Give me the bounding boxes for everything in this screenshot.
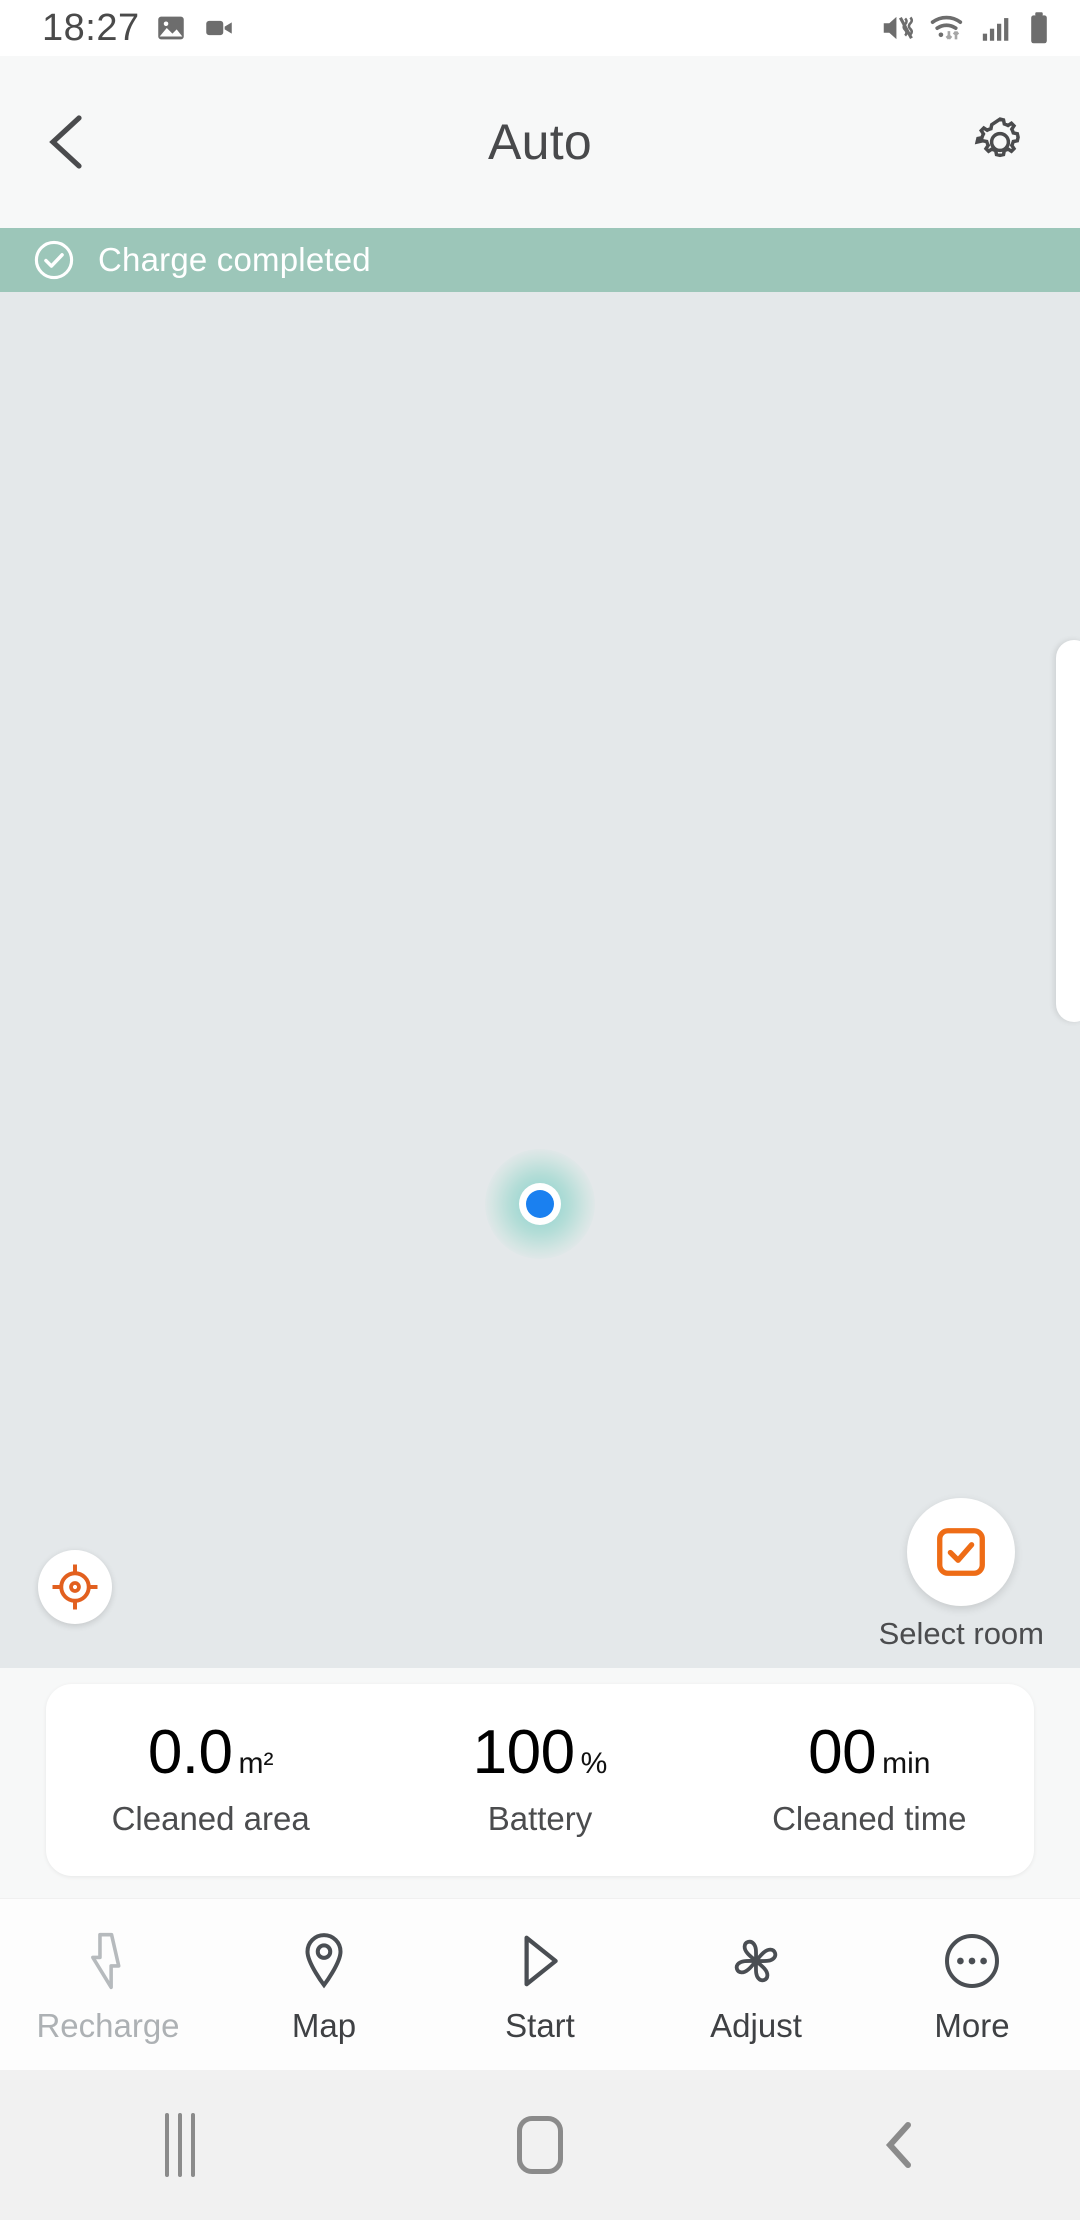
stats-region: 0.0 m² Cleaned area 100 % Battery 00 min…: [0, 1668, 1080, 1898]
toolbar-label: Adjust: [710, 2006, 802, 2044]
stat-label: Cleaned time: [772, 1800, 967, 1837]
recents-bars-icon: [165, 2113, 195, 2177]
stat-number: 00: [808, 1718, 877, 1787]
status-banner-text: Charge completed: [98, 241, 371, 278]
wifi-icon: [930, 15, 963, 40]
chevron-left-icon: [885, 2122, 911, 2168]
toolbar-label: Recharge: [36, 2006, 180, 2044]
stat-label: Battery: [487, 1800, 593, 1837]
stat-label: Cleaned area: [111, 1800, 310, 1837]
settings-button[interactable]: [950, 92, 1050, 192]
page-title: Auto: [487, 114, 593, 170]
app-screen: 18:27 Auto Charge completed Select room …: [0, 0, 1080, 2220]
status-banner: Charge completed: [0, 228, 1080, 292]
cellular-signal-icon: [982, 18, 1009, 41]
room-list-drawer-handle[interactable]: [1056, 640, 1080, 1022]
toolbar-label: Map: [291, 2006, 357, 2044]
image-icon: [157, 16, 184, 40]
stat-value: 0.0 m²: [46, 1722, 375, 1784]
stat-unit: min: [882, 1747, 931, 1780]
status-bar-clock: 18:27: [42, 6, 140, 49]
video-camera-icon: [205, 20, 232, 36]
android-nav-bar: [0, 2070, 1080, 2220]
stat-value: 100 %: [375, 1722, 704, 1784]
map-pin-icon: [298, 1931, 350, 1991]
check-circle-icon: [34, 240, 74, 280]
app-header: Auto: [0, 56, 1080, 228]
crosshair-target-icon: [52, 1564, 98, 1610]
stat-value: 00 min: [705, 1722, 1034, 1784]
select-room-button[interactable]: [907, 1498, 1016, 1606]
nav-back-button[interactable]: [720, 2119, 1080, 2171]
robot-marker-core: [526, 1190, 554, 1218]
robot-position-marker: [485, 1149, 595, 1259]
nav-home-button[interactable]: [360, 2116, 720, 2174]
mute-vibrate-icon: [883, 16, 914, 40]
toolbar-label: More: [934, 2006, 1010, 2044]
stat-unit: m²: [238, 1747, 274, 1780]
lightning-bolt-icon: [85, 1931, 131, 1991]
status-bar: 18:27: [0, 0, 1080, 56]
stat-battery: 100 % Battery: [375, 1722, 704, 1838]
ellipsis-circle-icon: [943, 1931, 1001, 1991]
battery-full-icon: [1031, 12, 1047, 44]
select-room-label: Select room: [878, 1616, 1044, 1651]
select-room-control[interactable]: Select room: [879, 1498, 1044, 1652]
toolbar-item-recharge[interactable]: Recharge: [0, 1925, 216, 2045]
home-square-icon: [517, 2116, 563, 2174]
gear-icon: [974, 117, 1020, 158]
stat-cleaned-time: 00 min Cleaned time: [705, 1722, 1034, 1838]
checkbox-checked-icon: [937, 1528, 986, 1576]
bottom-toolbar: Recharge Map Start Adjust More: [0, 1898, 1080, 2070]
stat-unit: %: [580, 1747, 608, 1780]
toolbar-item-map[interactable]: Map: [216, 1925, 432, 2045]
toolbar-item-start[interactable]: Start: [432, 1925, 648, 2045]
play-triangle-icon: [515, 1931, 565, 1991]
nav-recents-button[interactable]: [0, 2113, 360, 2177]
stats-card: 0.0 m² Cleaned area 100 % Battery 00 min…: [46, 1684, 1034, 1876]
toolbar-label: Start: [505, 2006, 575, 2044]
status-bar-right: [879, 0, 1052, 56]
stat-number: 0.0: [147, 1718, 233, 1787]
fan-blades-icon: [727, 1931, 785, 1991]
locate-robot-button[interactable]: [38, 1550, 112, 1624]
stat-cleaned-area: 0.0 m² Cleaned area: [46, 1722, 375, 1838]
stat-number: 100: [472, 1718, 575, 1787]
toolbar-item-adjust[interactable]: Adjust: [648, 1925, 864, 2045]
map-canvas[interactable]: Select room: [0, 292, 1080, 1668]
toolbar-item-more[interactable]: More: [864, 1925, 1080, 2045]
robot-marker-ring: [519, 1183, 561, 1225]
status-bar-left: 18:27: [42, 7, 236, 50]
